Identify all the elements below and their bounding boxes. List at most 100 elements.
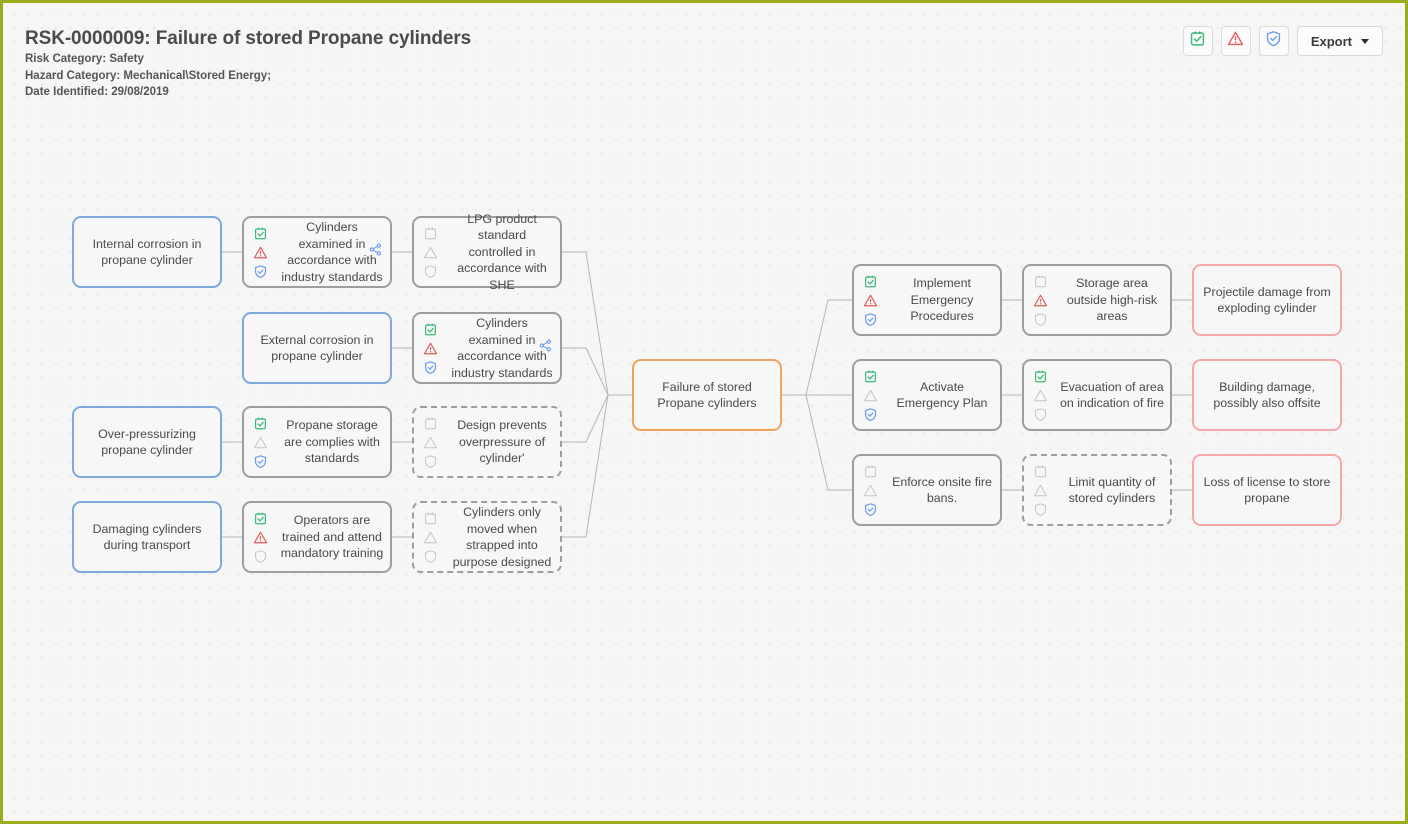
connector xyxy=(562,395,632,442)
control-status-icons xyxy=(854,274,884,327)
shield-icon xyxy=(1033,407,1048,422)
clipboard-icon xyxy=(423,416,438,431)
shield-icon xyxy=(423,264,438,279)
connector xyxy=(562,395,632,537)
warning-icon xyxy=(423,530,438,545)
threat-node[interactable]: Damaging cylinders during transport xyxy=(72,501,222,573)
shield-icon xyxy=(1033,312,1048,327)
warning-icon xyxy=(1033,388,1048,403)
clipboard-icon xyxy=(423,511,438,526)
threat-node[interactable]: External corrosion in propane cylinder xyxy=(242,312,392,384)
mitigating-control-node-label: Limit quantity of stored cylinders xyxy=(1054,474,1170,507)
mitigating-control-node-label: Evacuation of area on indication of fire xyxy=(1054,379,1170,412)
clipboard-icon xyxy=(253,511,268,526)
threat-node-label: Over-pressurizing propane cylinder xyxy=(74,426,220,459)
clipboard-icon xyxy=(863,274,878,289)
consequence-node[interactable]: Projectile damage from exploding cylinde… xyxy=(1192,264,1342,336)
mitigating-control-node-label: Implement Emergency Procedures xyxy=(884,275,1000,325)
warning-icon xyxy=(863,293,878,308)
shield-icon xyxy=(863,407,878,422)
shield-icon xyxy=(1033,502,1048,517)
preventive-control-node-label: Cylinders examined in accordance with in… xyxy=(444,315,560,381)
shield-icon xyxy=(253,549,268,564)
mitigating-control-node[interactable]: Storage area outside high-risk areas xyxy=(1022,264,1172,336)
clipboard-icon xyxy=(1033,369,1048,384)
preventive-control-node[interactable]: Cylinders examined in accordance with in… xyxy=(242,216,392,288)
control-status-icons xyxy=(854,369,884,422)
connector xyxy=(782,395,852,490)
shield-icon xyxy=(863,502,878,517)
preventive-control-node[interactable]: Propane storage are complies with standa… xyxy=(242,406,392,478)
hazard-node[interactable]: Failure of stored Propane cylinders xyxy=(632,359,782,431)
mitigating-control-node[interactable]: Limit quantity of stored cylinders xyxy=(1022,454,1172,526)
mitigating-control-node-label: Activate Emergency Plan xyxy=(884,379,1000,412)
warning-icon xyxy=(423,435,438,450)
control-status-icons xyxy=(244,511,274,564)
threat-node[interactable]: Over-pressurizing propane cylinder xyxy=(72,406,222,478)
consequence-node[interactable]: Building damage, possibly also offsite xyxy=(1192,359,1342,431)
clipboard-icon xyxy=(863,464,878,479)
control-status-icons xyxy=(244,416,274,469)
shield-icon xyxy=(253,454,268,469)
control-status-icons xyxy=(414,511,444,564)
preventive-control-node[interactable]: Operators are trained and attend mandato… xyxy=(242,501,392,573)
consequence-node-label: Building damage, possibly also offsite xyxy=(1194,379,1340,412)
preventive-control-node-label: LPG product standard controlled in accor… xyxy=(444,211,560,294)
preventive-control-node[interactable]: LPG product standard controlled in accor… xyxy=(412,216,562,288)
preventive-control-node-label: Cylinders examined in accordance with in… xyxy=(274,219,390,285)
control-status-icons xyxy=(854,464,884,517)
preventive-control-node[interactable]: Design prevents overpressure of cylinder… xyxy=(412,406,562,478)
clipboard-icon xyxy=(253,416,268,431)
preventive-control-node-label: Propane storage are complies with standa… xyxy=(274,417,390,467)
consequence-node-label: Loss of license to store propane xyxy=(1194,474,1340,507)
connector xyxy=(562,252,632,395)
clipboard-icon xyxy=(863,369,878,384)
warning-icon xyxy=(863,388,878,403)
warning-icon xyxy=(423,341,438,356)
threat-node[interactable]: Internal corrosion in propane cylinder xyxy=(72,216,222,288)
clipboard-icon xyxy=(423,226,438,241)
mitigating-control-node[interactable]: Activate Emergency Plan xyxy=(852,359,1002,431)
bowtie-diagram-page: RSK-0000009: Failure of stored Propane c… xyxy=(0,0,1408,824)
preventive-control-node[interactable]: Cylinders examined in accordance with in… xyxy=(412,312,562,384)
consequence-node-label: Projectile damage from exploding cylinde… xyxy=(1194,284,1340,317)
mitigating-control-node-label: Enforce onsite fire bans. xyxy=(884,474,1000,507)
warning-icon xyxy=(423,245,438,260)
control-status-icons xyxy=(1024,369,1054,422)
control-status-icons xyxy=(414,322,444,375)
mitigating-control-node[interactable]: Enforce onsite fire bans. xyxy=(852,454,1002,526)
preventive-control-node-label: Cylinders only moved when strapped into … xyxy=(444,504,560,570)
mitigating-control-node[interactable]: Evacuation of area on indication of fire xyxy=(1022,359,1172,431)
control-status-icons xyxy=(414,416,444,469)
preventive-control-node-label: Operators are trained and attend mandato… xyxy=(274,512,390,562)
warning-icon xyxy=(863,483,878,498)
threat-node-label: Internal corrosion in propane cylinder xyxy=(74,236,220,269)
warning-icon xyxy=(253,530,268,545)
mitigating-control-node-label: Storage area outside high-risk areas xyxy=(1054,275,1170,325)
consequence-node[interactable]: Loss of license to store propane xyxy=(1192,454,1342,526)
control-status-icons xyxy=(1024,464,1054,517)
warning-icon xyxy=(1033,483,1048,498)
warning-icon xyxy=(253,245,268,260)
clipboard-icon xyxy=(1033,274,1048,289)
preventive-control-node[interactable]: Cylinders only moved when strapped into … xyxy=(412,501,562,573)
control-status-icons xyxy=(414,226,444,279)
threat-node-label: External corrosion in propane cylinder xyxy=(244,332,390,365)
shield-icon xyxy=(423,549,438,564)
shield-icon xyxy=(423,454,438,469)
warning-icon xyxy=(1033,293,1048,308)
clipboard-icon xyxy=(253,226,268,241)
preventive-control-node-label: Design prevents overpressure of cylinder… xyxy=(444,417,560,467)
clipboard-icon xyxy=(1033,464,1048,479)
control-status-icons xyxy=(244,226,274,279)
shield-icon xyxy=(423,360,438,375)
shield-icon xyxy=(863,312,878,327)
hazard-node-label: Failure of stored Propane cylinders xyxy=(634,379,780,412)
connector xyxy=(782,300,852,395)
warning-icon xyxy=(253,435,268,450)
mitigating-control-node[interactable]: Implement Emergency Procedures xyxy=(852,264,1002,336)
threat-node-label: Damaging cylinders during transport xyxy=(74,521,220,554)
clipboard-icon xyxy=(423,322,438,337)
shield-icon xyxy=(253,264,268,279)
connector xyxy=(562,348,632,395)
